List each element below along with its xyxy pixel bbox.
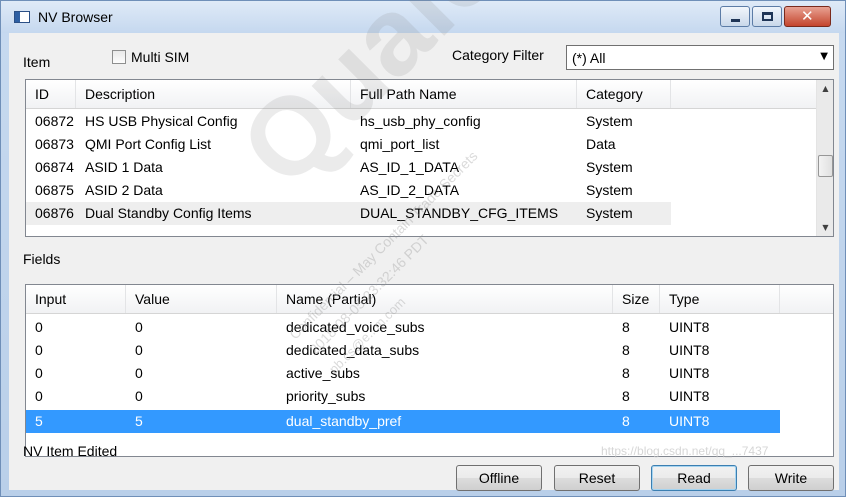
window-title: NV Browser [38,9,113,25]
cell-id: 06874 [35,159,74,175]
table-row-selected[interactable]: 5 5 dual_standby_pref 8 UINT8 [26,410,780,433]
cell-type: UINT8 [669,365,710,381]
column-header-id[interactable]: ID [26,80,76,108]
cell-size: 8 [622,413,630,429]
cell-input[interactable]: 0 [35,319,43,335]
cell-name: active_subs [286,365,360,381]
cell-type: UINT8 [669,319,710,335]
item-label: Item [23,54,51,70]
scrollbar-thumb[interactable] [818,155,833,177]
nv-items-table[interactable]: ID Description Full Path Name Category 0… [25,79,834,237]
table-row-current[interactable]: 06876 Dual Standby Config Items DUAL_STA… [26,202,671,225]
close-icon: ✕ [801,7,814,25]
items-vertical-scrollbar[interactable]: ▲ ▼ [816,80,833,236]
table-row[interactable]: 0 0 dedicated_voice_subs 8 UINT8 [26,316,780,339]
cell-size: 8 [622,319,630,335]
cell-input[interactable]: 5 [35,413,43,429]
cell-path: DUAL_STANDBY_CFG_ITEMS [360,205,559,221]
items-table-header: ID Description Full Path Name Category [26,80,818,109]
status-text: NV Item Edited [23,443,118,459]
multi-sim-label[interactable]: Multi SIM [131,49,189,65]
scroll-down-icon[interactable]: ▼ [817,219,833,236]
table-row[interactable]: 0 0 active_subs 8 UINT8 [26,362,780,385]
cell-path: AS_ID_2_DATA [360,182,460,198]
write-button[interactable]: Write [748,465,834,491]
fields-label: Fields [23,251,61,267]
minimize-button[interactable] [720,6,750,27]
column-header-input[interactable]: Input [26,285,126,313]
maximize-button[interactable] [752,6,782,27]
cell-description: HS USB Physical Config [85,113,238,129]
table-row[interactable]: 06872 HS USB Physical Config hs_usb_phy_… [26,110,671,133]
minimize-icon [731,19,740,22]
cell-type: UINT8 [669,388,710,404]
cell-value: 0 [135,319,143,335]
table-row[interactable]: 0 0 dedicated_data_subs 8 UINT8 [26,339,780,362]
read-button[interactable]: Read [651,465,737,491]
cell-value: 5 [135,413,143,429]
cell-category: Data [586,136,616,152]
cell-path: hs_usb_phy_config [360,113,481,129]
cell-value: 0 [135,365,143,381]
cell-category: System [586,159,633,175]
cell-name: dedicated_voice_subs [286,319,425,335]
cell-category: System [586,205,633,221]
column-header-value[interactable]: Value [126,285,277,313]
fields-table-header: Input Value Name (Partial) Size Type [26,285,833,314]
cell-name: dual_standby_pref [286,413,402,429]
chevron-down-icon[interactable]: ▼ [820,51,828,62]
cell-id: 06873 [35,136,74,152]
cell-name: dedicated_data_subs [286,342,420,358]
table-row[interactable]: 06874 ASID 1 Data AS_ID_1_DATA System [26,156,671,179]
reset-button[interactable]: Reset [554,465,640,491]
column-header-description[interactable]: Description [76,80,351,108]
scroll-up-icon[interactable]: ▲ [817,80,833,97]
fields-table[interactable]: Input Value Name (Partial) Size Type 0 0… [25,284,834,457]
cell-path: qmi_port_list [360,136,440,152]
cell-category: System [586,182,633,198]
cell-value: 0 [135,342,143,358]
window-app-icon [14,11,30,23]
column-header-full-path[interactable]: Full Path Name [351,80,577,108]
cell-input[interactable]: 0 [35,388,43,404]
category-filter-label: Category Filter [452,47,544,63]
cell-type: UINT8 [669,413,710,429]
maximize-icon [762,12,773,21]
column-header-size[interactable]: Size [613,285,660,313]
category-filter-select[interactable]: (*) All ▼ [566,45,834,70]
cell-category: System [586,113,633,129]
nv-browser-window: NV Browser ✕ Item Multi SIM Category Fil… [0,0,846,497]
title-bar[interactable]: NV Browser ✕ [1,1,845,33]
cell-id: 06872 [35,113,74,129]
cell-size: 8 [622,342,630,358]
cell-path: AS_ID_1_DATA [360,159,460,175]
table-row[interactable]: 06875 ASID 2 Data AS_ID_2_DATA System [26,179,671,202]
cell-input[interactable]: 0 [35,342,43,358]
offline-button[interactable]: Offline [456,465,542,491]
table-row[interactable]: 0 0 priority_subs 8 UINT8 [26,385,780,408]
category-filter-value: (*) All [572,50,606,66]
cell-id: 06875 [35,182,74,198]
table-row[interactable]: 06873 QMI Port Config List qmi_port_list… [26,133,671,156]
close-button[interactable]: ✕ [784,6,831,27]
multi-sim-checkbox[interactable] [112,50,126,64]
cell-description: ASID 1 Data [85,159,163,175]
column-header-type[interactable]: Type [660,285,780,313]
cell-size: 8 [622,388,630,404]
cell-type: UINT8 [669,342,710,358]
cell-size: 8 [622,365,630,381]
cell-id: 06876 [35,205,74,221]
cell-description: Dual Standby Config Items [85,205,252,221]
column-header-name[interactable]: Name (Partial) [277,285,613,313]
cell-name: priority_subs [286,388,366,404]
cell-value: 0 [135,388,143,404]
cell-description: ASID 2 Data [85,182,163,198]
column-header-category[interactable]: Category [577,80,671,108]
dialog-client-area: Item Multi SIM Category Filter (*) All ▼… [9,33,839,491]
cell-input[interactable]: 0 [35,365,43,381]
cell-description: QMI Port Config List [85,136,212,152]
